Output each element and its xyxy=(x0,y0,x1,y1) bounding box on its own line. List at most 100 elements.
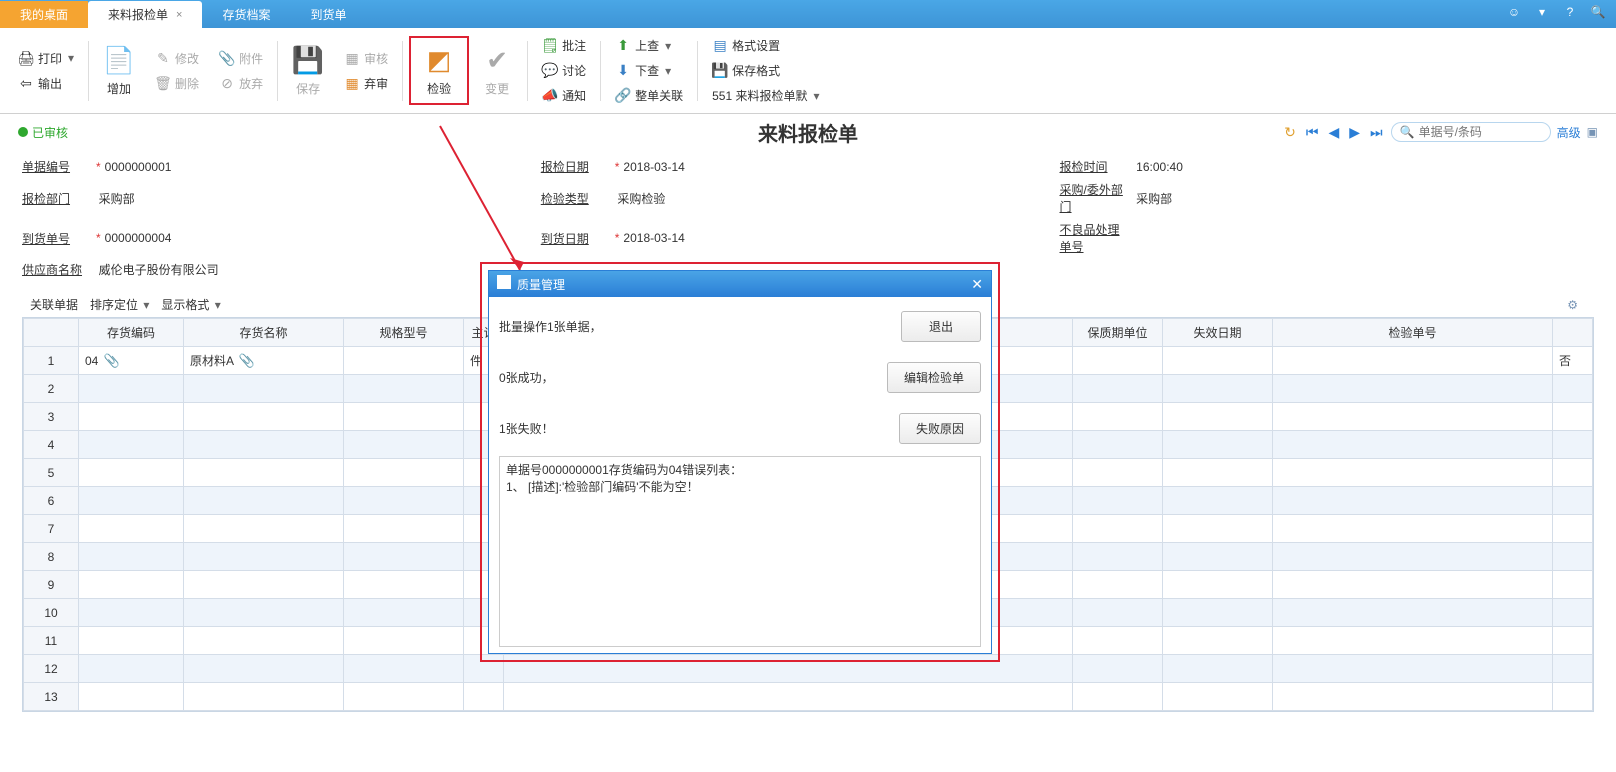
gear-icon[interactable]: ⚙ xyxy=(1567,298,1578,312)
cell[interactable] xyxy=(1073,543,1163,571)
cell[interactable] xyxy=(344,487,464,515)
cell[interactable] xyxy=(184,627,344,655)
cell[interactable] xyxy=(79,571,184,599)
cell[interactable] xyxy=(1553,627,1593,655)
calendar-icon[interactable]: ▣ xyxy=(1587,125,1598,139)
refresh-icon[interactable]: ↻ xyxy=(1282,124,1298,141)
cell[interactable] xyxy=(1163,571,1273,599)
cell[interactable] xyxy=(79,599,184,627)
save-button[interactable]: 💾 保存 xyxy=(284,40,332,101)
cell[interactable] xyxy=(79,459,184,487)
cell[interactable] xyxy=(1163,627,1273,655)
cell[interactable]: 原材料A 📎 xyxy=(184,347,344,375)
discuss-button[interactable]: 💬讨论 xyxy=(538,60,590,81)
smile-icon[interactable]: ☺ xyxy=(1506,4,1522,20)
cell[interactable] xyxy=(184,375,344,403)
error-textarea[interactable]: 单据号0000000001存货编码为04错误列表： 1、 [描述]:'检验部门编… xyxy=(499,456,981,647)
last-icon[interactable]: ⏭ xyxy=(1368,124,1385,141)
cell[interactable] xyxy=(344,571,464,599)
cell[interactable] xyxy=(1553,683,1593,711)
field-value[interactable]: 0000000004 xyxy=(105,231,225,245)
cell[interactable] xyxy=(1553,403,1593,431)
cell[interactable] xyxy=(344,431,464,459)
field-value[interactable]: 采购检验 xyxy=(617,190,737,207)
cell[interactable] xyxy=(1553,515,1593,543)
cell[interactable] xyxy=(1553,655,1593,683)
delete-button[interactable]: 🗑删除 xyxy=(151,73,203,94)
cell[interactable] xyxy=(1073,683,1163,711)
cell[interactable] xyxy=(344,375,464,403)
cell[interactable] xyxy=(79,627,184,655)
field-value[interactable]: 16:00:40 xyxy=(1136,160,1256,174)
cell[interactable] xyxy=(1273,347,1553,375)
cell[interactable] xyxy=(1163,347,1273,375)
cell[interactable] xyxy=(1073,375,1163,403)
col-header[interactable]: 规格型号 xyxy=(344,319,464,347)
cell[interactable]: 04 📎 xyxy=(79,347,184,375)
related-docs-button[interactable]: 关联单据 xyxy=(30,296,78,313)
cell[interactable] xyxy=(1073,627,1163,655)
cell[interactable] xyxy=(1553,375,1593,403)
search-input[interactable] xyxy=(1419,125,1542,139)
cell[interactable] xyxy=(1073,487,1163,515)
cell[interactable] xyxy=(1273,403,1553,431)
abandon-audit-button[interactable]: ▦弃审 xyxy=(340,73,392,94)
cell[interactable] xyxy=(1073,459,1163,487)
search-icon[interactable]: 🔍 xyxy=(1590,4,1606,20)
advanced-link[interactable]: 高级 xyxy=(1557,124,1581,141)
approve-button[interactable]: 🗒批注 xyxy=(538,35,590,56)
cell[interactable] xyxy=(79,655,184,683)
cell[interactable] xyxy=(1273,599,1553,627)
cell[interactable] xyxy=(344,347,464,375)
cell[interactable] xyxy=(1553,599,1593,627)
table-row[interactable]: 13 xyxy=(24,683,1593,711)
cell[interactable] xyxy=(1163,487,1273,515)
cell[interactable] xyxy=(1073,571,1163,599)
field-value[interactable]: 2018-03-14 xyxy=(623,160,743,174)
cell[interactable] xyxy=(184,599,344,627)
relation-button[interactable]: 🔗整单关联 xyxy=(611,85,687,106)
cell[interactable] xyxy=(79,543,184,571)
prev-icon[interactable]: ◀ xyxy=(1326,124,1341,141)
edit-inspect-button[interactable]: 编辑检验单 xyxy=(887,362,981,393)
col-header[interactable]: 失效日期 xyxy=(1163,319,1273,347)
field-value[interactable]: 2018-03-14 xyxy=(623,231,743,245)
search-box[interactable]: 🔍 xyxy=(1391,122,1551,142)
cell[interactable] xyxy=(1073,347,1163,375)
cell[interactable] xyxy=(184,655,344,683)
cell[interactable] xyxy=(344,683,464,711)
change-button[interactable]: ✔ 变更 xyxy=(473,40,521,101)
cell[interactable] xyxy=(1273,655,1553,683)
cell[interactable] xyxy=(344,515,464,543)
discard-button[interactable]: ⊘放弃 xyxy=(215,73,267,94)
down-query-button[interactable]: ⬇下查▾ xyxy=(611,60,687,81)
cell[interactable] xyxy=(344,543,464,571)
template-button[interactable]: 551 来料报检单默▾ xyxy=(708,85,823,106)
field-value[interactable]: 0000000001 xyxy=(105,160,225,174)
format-button[interactable]: ▤格式设置 xyxy=(708,35,823,56)
cell[interactable] xyxy=(1273,515,1553,543)
cell[interactable] xyxy=(1163,375,1273,403)
cell[interactable] xyxy=(1553,571,1593,599)
col-header[interactable]: 存货名称 xyxy=(184,319,344,347)
fail-reason-button[interactable]: 失败原因 xyxy=(899,413,981,444)
save-format-button[interactable]: 💾保存格式 xyxy=(708,60,823,81)
close-icon[interactable]: × xyxy=(176,9,182,21)
cell[interactable] xyxy=(1273,571,1553,599)
cell[interactable] xyxy=(344,655,464,683)
cell[interactable] xyxy=(184,459,344,487)
field-value[interactable]: 威伦电子股份有限公司 xyxy=(99,261,219,278)
cell[interactable] xyxy=(344,627,464,655)
tab-active[interactable]: 来料报检单 × xyxy=(88,1,202,28)
add-button[interactable]: 📄 增加 xyxy=(95,40,143,101)
cell[interactable] xyxy=(79,487,184,515)
tab-inventory[interactable]: 存货档案 xyxy=(202,1,290,28)
cell[interactable] xyxy=(1163,543,1273,571)
cell[interactable] xyxy=(1553,431,1593,459)
cell[interactable] xyxy=(1073,655,1163,683)
inspect-button[interactable]: ◩ 检验 xyxy=(415,40,463,101)
attach-button[interactable]: 📎附件 xyxy=(215,48,267,69)
cell[interactable] xyxy=(184,515,344,543)
cell[interactable] xyxy=(79,403,184,431)
cell[interactable] xyxy=(1273,487,1553,515)
